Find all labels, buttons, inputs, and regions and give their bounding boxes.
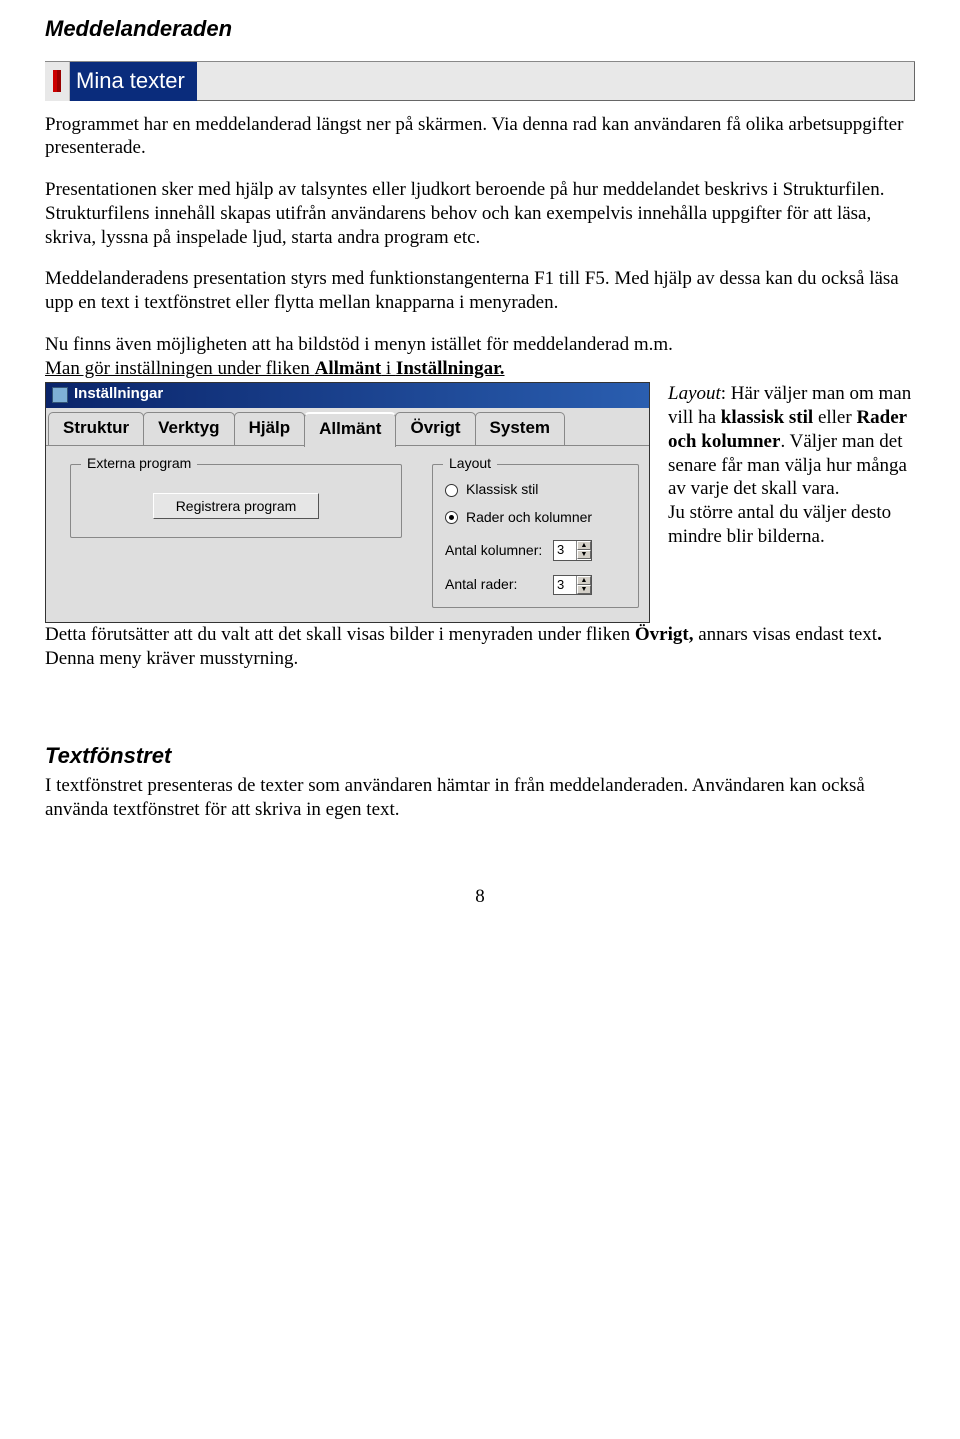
tab-verktyg[interactable]: Verktyg [143,412,234,445]
tab-hjalp[interactable]: Hjälp [234,412,306,445]
radio-klassisk[interactable]: Klassisk stil [445,481,626,499]
cont-bold: Övrigt, [635,624,694,645]
kolumner-value[interactable]: 3 [554,541,576,559]
para4-mid: i [381,358,396,379]
mina-texter-spacer [197,62,915,101]
side-line3: Ju större antal du väljer desto mindre b… [668,502,891,547]
tab-system[interactable]: System [475,412,565,445]
radio-klassisk-label: Klassisk stil [466,481,538,499]
paragraph-4a: Nu finns även möjligheten att ha bildstö… [45,333,915,357]
rader-down-icon[interactable]: ▼ [577,585,591,594]
radio-klassisk-dot[interactable] [445,484,458,497]
cont-bold2: . [877,624,882,645]
settings-tab-body: Externa program Registrera program Layou… [46,445,649,622]
textfonstret-heading: Textfönstret [45,742,915,770]
cont-post: annars visas endast text [693,624,877,645]
radio-rader-kolumner[interactable]: Rader och kolumner [445,509,626,527]
antal-rader-label: Antal rader: [445,576,553,594]
layout-side-text: Layout: Här väljer man om man vill ha kl… [650,382,915,548]
rader-spinner[interactable]: 3 ▲ ▼ [553,575,592,595]
antal-kolumner-label: Antal kolumner: [445,542,553,560]
meddelanderaden-heading: Meddelanderaden [45,15,915,43]
side-layout-label: Layout [668,383,721,404]
side-bold1: klassisk stil [721,407,813,428]
kolumner-spinner-buttons: ▲ ▼ [576,541,591,559]
cont-tail: Denna meny kräver musstyrning. [45,648,298,669]
settings-title: Inställningar [74,385,163,404]
externa-program-fieldset: Externa program Registrera program [70,464,402,538]
layout-legend: Layout [443,455,497,473]
kolumner-down-icon[interactable]: ▼ [577,550,591,559]
settings-right-panel: Layout Klassisk stil Rader och kolumner … [416,446,649,622]
radio-rader-kolumner-label: Rader och kolumner [466,509,592,527]
para4-pre: Man gör inställningen under fliken [45,358,315,379]
paragraph-2: Presentationen sker med hjälp av talsynt… [45,178,915,249]
layout-fieldset: Layout Klassisk stil Rader och kolumner … [432,464,639,608]
textfonstret-paragraph: I textfönstret presenteras de texter som… [45,774,915,822]
rader-value[interactable]: 3 [554,576,576,594]
continuation-paragraph: Detta förutsätter att du valt att det sk… [45,623,915,671]
para4-bold1: Allmänt [315,358,382,379]
settings-left-panel: Externa program Registrera program [46,446,416,622]
tab-ovrigt[interactable]: Övrigt [395,412,475,445]
page-number: 8 [45,885,915,909]
paragraph-4b: Man gör inställningen under fliken Allmä… [45,357,915,381]
antal-kolumner-row: Antal kolumner: 3 ▲ ▼ [445,540,626,560]
para4-bold2: Inställningar. [396,358,505,379]
paragraph-1: Programmet har en meddelanderad längst n… [45,113,915,161]
registrera-program-button[interactable]: Registrera program [153,493,320,519]
radio-rader-kolumner-dot[interactable] [445,511,458,524]
externa-program-legend: Externa program [81,455,197,473]
kolumner-up-icon[interactable]: ▲ [577,541,591,550]
rader-up-icon[interactable]: ▲ [577,576,591,585]
settings-tab-strip: Struktur Verktyg Hjälp Allmänt Övrigt Sy… [46,408,649,445]
settings-window: Inställningar Struktur Verktyg Hjälp All… [45,382,650,623]
cont-pre: Detta förutsätter att du valt att det sk… [45,624,635,645]
paragraph-3: Meddelanderadens presentation styrs med … [45,267,915,315]
rader-spinner-buttons: ▲ ▼ [576,576,591,594]
side-line1b: eller [813,407,856,428]
antal-rader-row: Antal rader: 3 ▲ ▼ [445,575,626,595]
mina-texter-icon [45,62,70,101]
kolumner-spinner[interactable]: 3 ▲ ▼ [553,540,592,560]
tab-struktur[interactable]: Struktur [48,412,144,445]
settings-titlebar: Inställningar [46,383,649,408]
settings-titlebar-icon [52,387,68,403]
mina-texter-label: Mina texter [70,62,197,101]
settings-and-side: Inställningar Struktur Verktyg Hjälp All… [45,382,915,623]
mina-texter-bar: Mina texter [45,61,915,101]
tab-allmant[interactable]: Allmänt [304,412,396,447]
